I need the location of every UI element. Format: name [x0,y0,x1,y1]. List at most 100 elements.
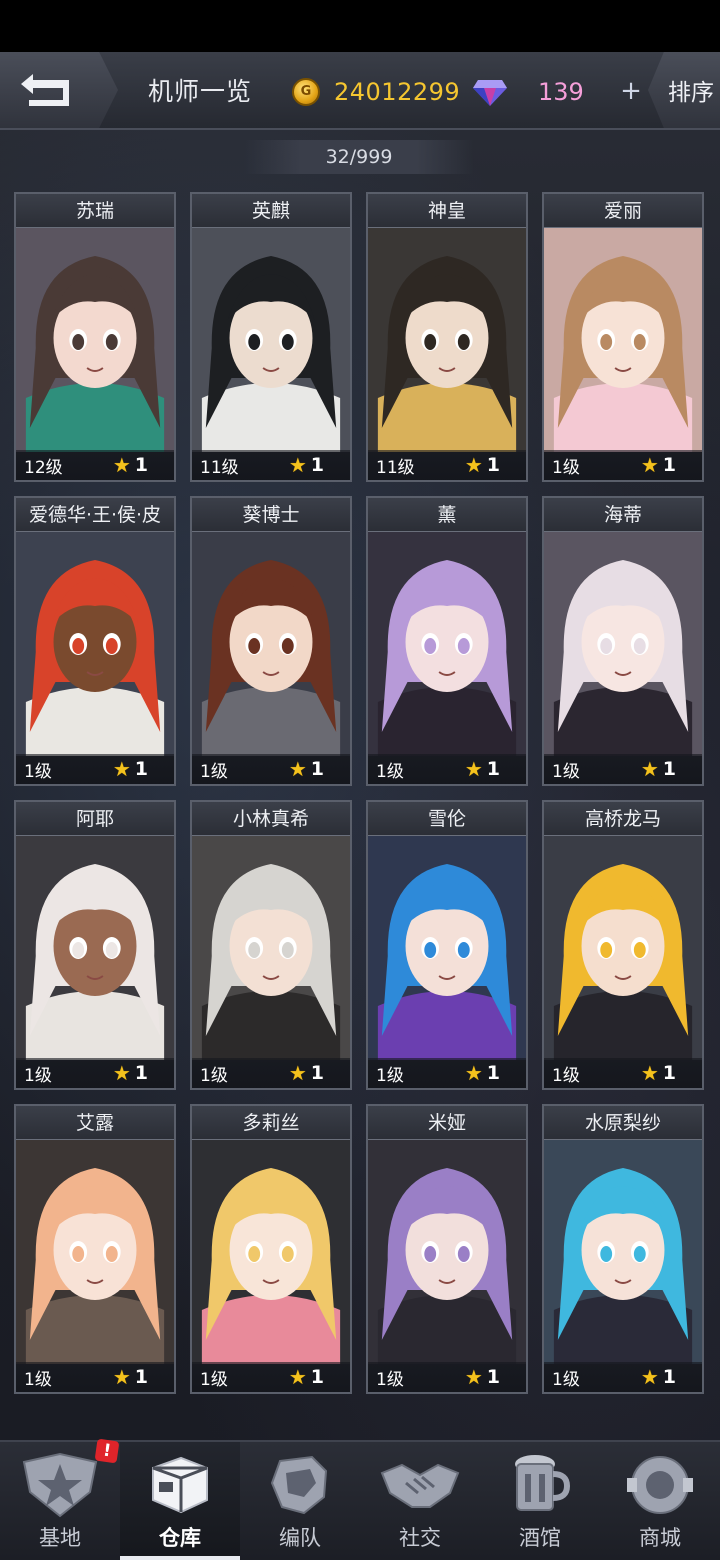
character-card[interactable]: 雪伦 1级 ★ 1 [366,800,528,1090]
back-button[interactable] [0,52,118,128]
character-name: 高桥龙马 [544,802,702,836]
gold-amount: 24012299 [334,78,461,106]
nav-warehouse[interactable]: 仓库 [120,1442,240,1560]
star-icon: ★ [640,757,659,781]
star-icon: ★ [640,1365,659,1389]
card-footer: 1级 ★ 1 [544,1362,702,1392]
character-card[interactable]: 米娅 1级 ★ 1 [366,1104,528,1394]
character-level: 1级 [200,1369,228,1390]
character-level: 1级 [24,1369,52,1390]
character-name: 雪伦 [368,802,526,836]
add-gems-button[interactable]: + [618,78,644,104]
rank-number: 1 [310,758,324,780]
rank-number: 1 [662,758,676,780]
card-footer: 1级 ★ 1 [16,1058,174,1088]
character-portrait [16,228,174,452]
nav-base[interactable]: 基地 ! [0,1438,120,1560]
squad-mech-icon [258,1450,342,1520]
nav-warehouse-label: 仓库 [159,1526,201,1550]
rank-number: 1 [662,1366,676,1388]
star-icon: ★ [464,757,483,781]
card-footer: 1级 ★ 1 [368,1362,526,1392]
character-level: 11级 [376,457,415,478]
character-name: 海蒂 [544,498,702,532]
rank-number: 1 [310,1062,324,1084]
card-footer: 11级 ★ 1 [368,450,526,480]
card-footer: 1级 ★ 1 [192,1058,350,1088]
character-rank: ★ 1 [641,1062,676,1084]
rank-number: 1 [486,454,500,476]
character-portrait [544,1140,702,1364]
star-icon: ★ [640,1061,659,1085]
rank-number: 1 [486,758,500,780]
character-level: 1级 [552,1065,580,1086]
nav-social-label: 社交 [399,1526,441,1550]
nav-shop-label: 商城 [639,1526,681,1550]
character-portrait [368,228,526,452]
card-footer: 1级 ★ 1 [368,754,526,784]
character-card[interactable]: 神皇 11级 ★ 1 [366,192,528,482]
character-card[interactable]: 爱德华·王·侯·皮 1级 ★ 1 [14,496,176,786]
character-name: 葵博士 [192,498,350,532]
character-level: 1级 [24,761,52,782]
character-card[interactable]: 艾露 1级 ★ 1 [14,1104,176,1394]
character-name: 薰 [368,498,526,532]
character-card[interactable]: 英麒 11级 ★ 1 [190,192,352,482]
star-icon: ★ [112,1061,131,1085]
character-rank: ★ 1 [113,758,148,780]
nav-tavern-label: 酒馆 [519,1526,561,1550]
character-level: 1级 [552,457,580,478]
sort-button[interactable]: 排序 [648,52,720,128]
character-rank: ★ 1 [465,1366,500,1388]
character-rank: ★ 1 [289,758,324,780]
character-level: 1级 [376,761,404,782]
character-level: 1级 [200,761,228,782]
character-portrait [368,1140,526,1364]
star-icon: ★ [288,757,307,781]
character-card[interactable]: 爱丽 1级 ★ 1 [542,192,704,482]
handshake-icon [378,1450,462,1520]
page-title: 机师一览 [148,77,253,106]
card-footer: 1级 ★ 1 [192,754,350,784]
character-card[interactable]: 苏瑞 12级 ★ 1 [14,192,176,482]
character-portrait [544,228,702,452]
star-icon: ★ [464,1061,483,1085]
card-footer: 1级 ★ 1 [16,754,174,784]
character-level: 1级 [24,1065,52,1086]
character-card[interactable]: 小林真希 1级 ★ 1 [190,800,352,1090]
character-portrait [544,836,702,1060]
character-portrait [368,836,526,1060]
character-rank: ★ 1 [641,758,676,780]
character-rank: ★ 1 [465,1062,500,1084]
nav-social[interactable]: 社交 [360,1442,480,1560]
character-card[interactable]: 海蒂 1级 ★ 1 [542,496,704,786]
star-icon: ★ [288,1365,307,1389]
character-card[interactable]: 薰 1级 ★ 1 [366,496,528,786]
rank-number: 1 [134,1062,148,1084]
card-footer: 1级 ★ 1 [16,1362,174,1392]
character-rank: ★ 1 [465,758,500,780]
character-rank: ★ 1 [113,1062,148,1084]
character-card[interactable]: 葵博士 1级 ★ 1 [190,496,352,786]
nav-shop[interactable]: 商城 [600,1442,720,1560]
roster-count: 32/999 [244,140,474,174]
tavern-mug-icon [498,1450,582,1520]
character-card[interactable]: 多莉丝 1级 ★ 1 [190,1104,352,1394]
star-icon: ★ [112,1365,131,1389]
nav-squad[interactable]: 编队 [240,1442,360,1560]
character-name: 米娅 [368,1106,526,1140]
character-level: 1级 [552,761,580,782]
system-status-bar [0,0,720,52]
notification-badge: ! [94,1438,120,1464]
character-card[interactable]: 阿耶 1级 ★ 1 [14,800,176,1090]
character-name: 爱德华·王·侯·皮 [16,498,174,532]
character-card[interactable]: 高桥龙马 1级 ★ 1 [542,800,704,1090]
card-footer: 11级 ★ 1 [192,450,350,480]
character-card[interactable]: 水原梨纱 1级 ★ 1 [542,1104,704,1394]
rank-number: 1 [134,1366,148,1388]
rank-number: 1 [662,454,676,476]
diamond-icon [473,80,507,106]
gold-coin-icon: G [292,78,320,106]
character-name: 阿耶 [16,802,174,836]
nav-tavern[interactable]: 酒馆 [480,1442,600,1560]
